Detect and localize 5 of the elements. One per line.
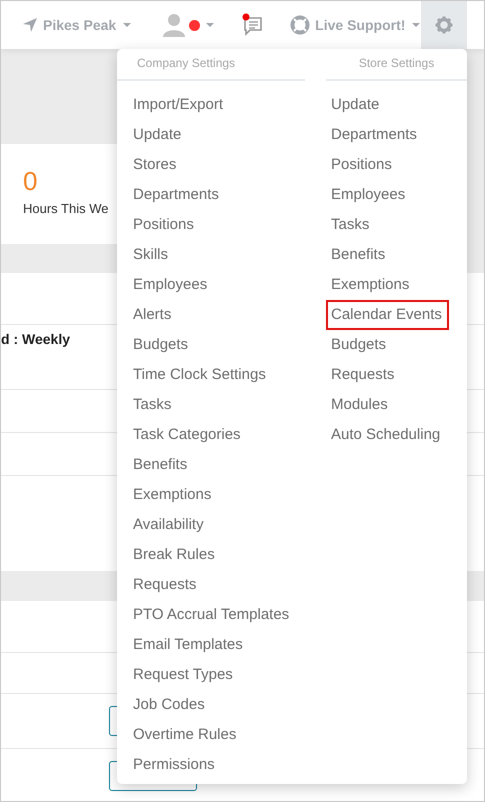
hours-value: 0 xyxy=(23,166,38,197)
menu-section-heading: Store Settings xyxy=(326,49,467,81)
pay-period-label: d : Weekly xyxy=(1,331,70,347)
hours-label: Hours This We xyxy=(23,201,108,216)
menu-section-heading: Company Settings xyxy=(117,49,305,81)
